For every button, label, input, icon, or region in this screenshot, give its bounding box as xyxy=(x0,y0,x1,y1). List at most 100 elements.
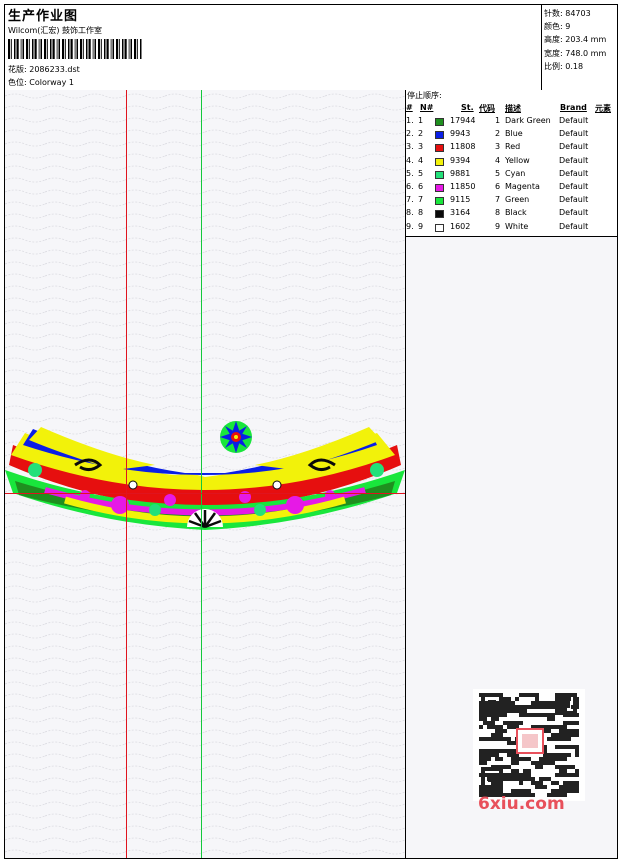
embroidery-design xyxy=(5,421,405,530)
row-needle: 5 xyxy=(418,168,424,178)
table-row[interactable]: 1. 1 17944 1 Dark Green Default xyxy=(406,116,617,129)
row-stitches: 9943 xyxy=(450,129,471,139)
row-needle: 2 xyxy=(418,129,424,139)
color-swatch xyxy=(435,157,444,166)
table-row[interactable]: 4. 4 9394 4 Yellow Default xyxy=(406,156,617,169)
row-index: 4. xyxy=(406,155,414,165)
table-row[interactable]: 7. 7 9115 7 Green Default xyxy=(406,195,617,208)
row-index: 2. xyxy=(406,129,414,139)
row-code: 1 xyxy=(495,116,501,125)
row-code: 9 xyxy=(495,221,501,231)
row-index: 5. xyxy=(406,168,414,178)
col-description: 描述 xyxy=(505,104,521,113)
table-header: # N# St. 代码 描述 Brand 元素 xyxy=(406,103,617,114)
color-swatch xyxy=(435,144,444,153)
color-swatch xyxy=(435,197,444,206)
row-needle: 9 xyxy=(418,221,424,231)
page-title: 生产作业图 xyxy=(8,9,79,24)
row-code: 5 xyxy=(495,168,501,178)
row-index: 9. xyxy=(406,221,414,231)
row-index: 3. xyxy=(406,142,414,152)
design-scale: 比例: 0.18 xyxy=(544,61,584,71)
row-brand: Default xyxy=(559,168,589,178)
color-count: 颜色: 9 xyxy=(544,22,571,32)
row-code: 3 xyxy=(495,142,501,152)
row-needle: 3 xyxy=(418,142,424,152)
row-brand: Default xyxy=(559,221,589,231)
red-guide-vertical[interactable] xyxy=(126,90,127,858)
table-row[interactable]: 9. 9 1602 9 White Default xyxy=(406,222,617,235)
row-stitches: 11850 xyxy=(450,181,476,191)
col-index: # xyxy=(406,103,413,112)
stop-sequence-title: 停止顺序: xyxy=(407,91,442,100)
pattern-file: 花版: 2086233.dst xyxy=(8,65,80,74)
red-guide-horizontal[interactable] xyxy=(5,493,405,494)
color-swatch xyxy=(435,118,444,126)
row-stitches: 9115 xyxy=(450,195,471,205)
color-swatch xyxy=(435,183,444,192)
design-width: 宽度: 748.0 mm xyxy=(544,48,607,58)
colorway-label: 色位: Colorway 1 xyxy=(8,78,74,87)
row-needle: 8 xyxy=(418,208,424,218)
col-element: 元素 xyxy=(595,104,611,113)
row-description: Cyan xyxy=(505,168,526,178)
row-description: Dark Green xyxy=(505,116,551,125)
col-brand: Brand xyxy=(560,103,587,112)
site-logo: 6xiu.com xyxy=(478,794,565,814)
row-stitches: 11808 xyxy=(450,142,476,152)
row-stitches: 9394 xyxy=(450,155,471,165)
table-row[interactable]: 5. 5 9881 5 Cyan Default xyxy=(406,169,617,182)
row-stitches: 17944 xyxy=(450,116,476,125)
table-row[interactable]: 2. 2 9943 2 Blue Default xyxy=(406,129,617,142)
row-brand: Default xyxy=(559,142,589,152)
design-preview[interactable] xyxy=(5,90,405,858)
row-index: 7. xyxy=(406,195,414,205)
design-height: 高度: 203.4 mm xyxy=(544,35,607,45)
design-stats: 针数: 84703 颜色: 9 高度: 203.4 mm 宽度: 748.0 m… xyxy=(544,7,606,73)
row-description: Black xyxy=(505,208,527,218)
row-code: 6 xyxy=(495,181,501,191)
row-code: 4 xyxy=(495,155,501,165)
col-needle: N# xyxy=(420,103,434,112)
row-index: 1. xyxy=(406,116,414,125)
row-index: 8. xyxy=(406,208,414,218)
table-row[interactable]: 3. 3 11808 3 Red Default xyxy=(406,142,617,155)
stitch-count: 针数: 84703 xyxy=(544,9,591,18)
row-needle: 4 xyxy=(418,155,424,165)
stop-sequence-table: 停止顺序: # N# St. 代码 描述 Brand 元素 1. 1 17944 1 D… xyxy=(406,90,617,237)
col-code: 代码 xyxy=(479,104,495,113)
flower-motif xyxy=(220,421,252,453)
row-description: Magenta xyxy=(505,181,540,191)
row-description: Red xyxy=(505,142,521,152)
row-description: Yellow xyxy=(505,155,530,165)
row-brand: Default xyxy=(559,208,589,218)
row-code: 2 xyxy=(495,129,501,139)
header-divider xyxy=(541,5,542,90)
row-stitches: 9881 xyxy=(450,168,471,178)
col-stitches: St. xyxy=(461,103,474,112)
production-sheet: 生产作业图 Wilcom(汇宏) 鼓饰工作室 花版: 2086233.dst 色… xyxy=(4,4,618,859)
row-brand: Default xyxy=(559,195,589,205)
row-description: White xyxy=(505,221,529,231)
row-brand: Default xyxy=(559,116,589,125)
row-needle: 1 xyxy=(418,116,424,125)
color-swatch xyxy=(435,170,444,179)
table-row[interactable]: 8. 8 3164 8 Black Default xyxy=(406,208,617,221)
row-brand: Default xyxy=(559,129,589,139)
studio-name: Wilcom(汇宏) 鼓饰工作室 xyxy=(8,26,103,35)
header: 生产作业图 Wilcom(汇宏) 鼓饰工作室 花版: 2086233.dst 色… xyxy=(5,5,617,91)
row-brand: Default xyxy=(559,155,589,165)
table-body: 1. 1 17944 1 Dark Green Default 2. 2 9943 2 Blue De… xyxy=(406,116,617,235)
row-code: 8 xyxy=(495,208,501,218)
color-swatch xyxy=(435,223,444,232)
green-guide-vertical[interactable] xyxy=(201,90,202,858)
color-swatch xyxy=(435,210,444,219)
qr-code-icon xyxy=(473,689,585,801)
table-row[interactable]: 6. 6 11850 6 Magenta Default xyxy=(406,182,617,195)
row-brand: Default xyxy=(559,181,589,191)
row-description: Blue xyxy=(505,129,523,139)
row-index: 6. xyxy=(406,181,414,191)
color-swatch xyxy=(435,131,444,140)
barcode-icon xyxy=(8,39,142,59)
row-stitches: 1602 xyxy=(450,221,471,231)
